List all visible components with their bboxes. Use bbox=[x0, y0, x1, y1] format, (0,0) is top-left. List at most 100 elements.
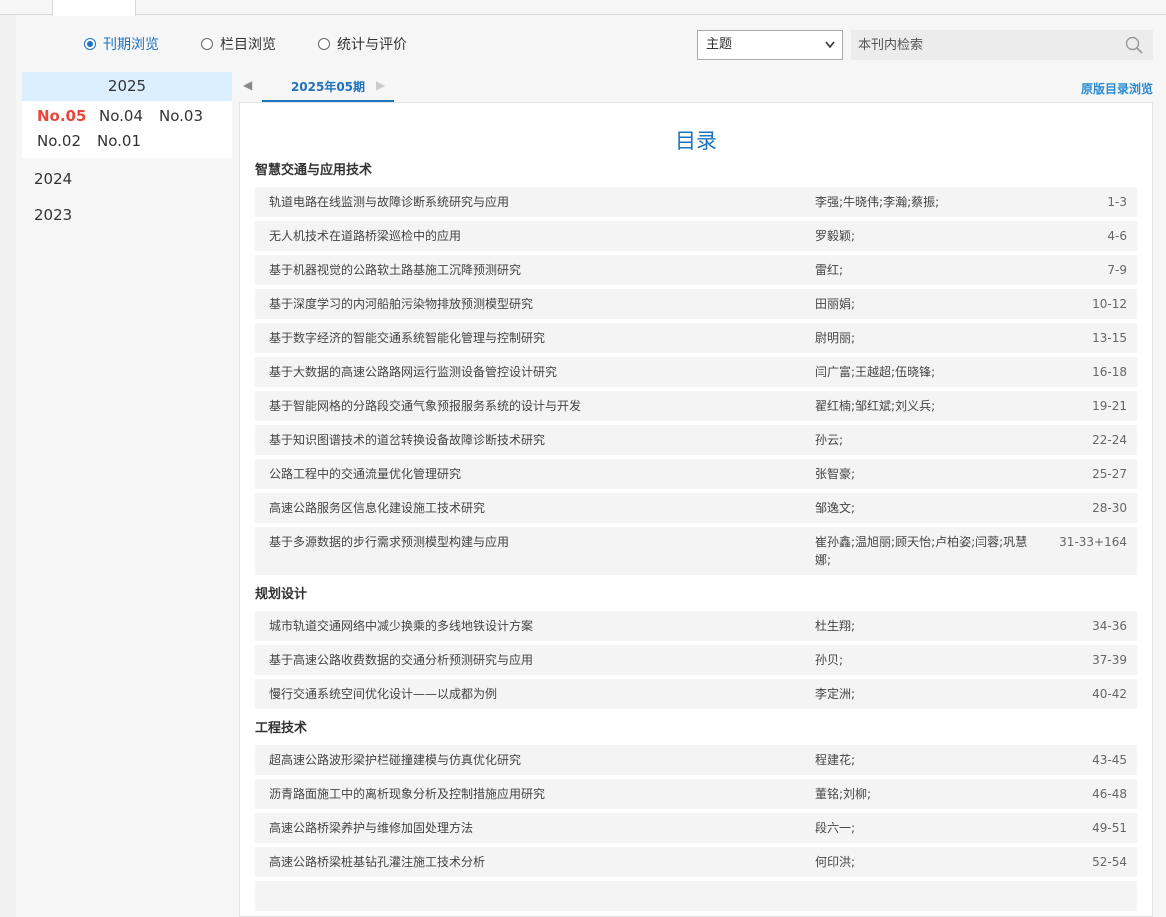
issue-link[interactable]: No.03 bbox=[159, 104, 203, 129]
toc-row: 基于数字经济的智能交通系统智能化管理与控制研究 尉明丽; 13-15 bbox=[255, 323, 1137, 353]
top-tab-strip: 刊期 bbox=[0, 0, 1166, 16]
issue-row: No.05 No.04 No.03 bbox=[22, 104, 232, 129]
article-pages bbox=[1039, 887, 1127, 905]
toc-row: 公路工程中的交通流量优化管理研究 张智豪; 25-27 bbox=[255, 459, 1137, 489]
article-pages: 25-27 bbox=[1092, 467, 1127, 481]
table-of-contents: 目录 智慧交通与应用技术 轨道电路在线监测与故障诊断系统研究与应用 李强;牛晓伟;李… bbox=[239, 102, 1153, 917]
article-title-link[interactable]: 基于机器视觉的公路软土路基施工沉降预测研究 bbox=[269, 261, 815, 279]
article-title-link[interactable] bbox=[269, 887, 815, 905]
article-authors: 雷红; bbox=[815, 263, 844, 277]
toc-row: 基于知识图谱技术的道岔转换设备故障诊断技术研究 孙云; 22-24 bbox=[255, 425, 1137, 455]
issue-link[interactable]: No.01 bbox=[97, 129, 141, 154]
radio-label: 统计与评价 bbox=[337, 37, 407, 53]
tab-issue[interactable]: 刊期 bbox=[52, 0, 136, 16]
article-authors: 孙云; bbox=[815, 433, 844, 447]
year-link[interactable]: 2023 bbox=[22, 197, 232, 233]
next-issue-icon[interactable]: ▶ bbox=[376, 78, 385, 92]
toc-row: 无人机技术在道路桥梁巡检中的应用 罗毅颖; 4-6 bbox=[255, 221, 1137, 251]
article-pages: 28-30 bbox=[1092, 501, 1127, 515]
toc-row: 轨道电路在线监测与故障诊断系统研究与应用 李强;牛晓伟;李瀚;蔡振; 1-3 bbox=[255, 187, 1137, 217]
article-title-link[interactable]: 慢行交通系统空间优化设计——以成都为例 bbox=[269, 685, 815, 703]
chevron-down-icon bbox=[824, 31, 836, 70]
issue-link[interactable]: No.04 bbox=[99, 104, 159, 129]
article-title-link[interactable]: 基于大数据的高速公路路网运行监测设备管控设计研究 bbox=[269, 363, 815, 381]
article-title-link[interactable]: 基于深度学习的内河船舶污染物排放预测模型研究 bbox=[269, 295, 815, 313]
year-group-current: 2025 No.05 No.04 No.03 No.02 No.01 bbox=[22, 72, 232, 158]
article-title-link[interactable]: 基于知识图谱技术的道岔转换设备故障诊断技术研究 bbox=[269, 431, 815, 449]
radio-label: 刊期浏览 bbox=[103, 37, 159, 53]
article-pages: 19-21 bbox=[1092, 399, 1127, 413]
article-title-link[interactable]: 基于多源数据的步行需求预测模型构建与应用 bbox=[269, 533, 815, 569]
article-title-link[interactable]: 基于高速公路收费数据的交通分析预测研究与应用 bbox=[269, 651, 815, 669]
article-title-link[interactable]: 基于智能网格的分路段交通气象预报服务系统的设计与开发 bbox=[269, 397, 815, 415]
article-title-link[interactable]: 高速公路桥梁养护与维修加固处理方法 bbox=[269, 819, 815, 837]
article-authors: 董铭;刘柳; bbox=[815, 787, 872, 801]
search-scope-select[interactable]: 主题 bbox=[697, 30, 843, 60]
article-title-link[interactable]: 超高速公路波形梁护栏碰撞建模与仿真优化研究 bbox=[269, 751, 815, 769]
toc-section: 智慧交通与应用技术 轨道电路在线监测与故障诊断系统研究与应用 李强;牛晓伟;李瀚;蔡… bbox=[240, 155, 1152, 575]
article-authors: 罗毅颖; bbox=[815, 229, 856, 243]
toc-row: 基于机器视觉的公路软土路基施工沉降预测研究 雷红; 7-9 bbox=[255, 255, 1137, 285]
article-authors: 程建花; bbox=[815, 753, 856, 767]
article-pages: 1-3 bbox=[1107, 195, 1127, 209]
radio-column-browse[interactable]: 栏目浏览 bbox=[201, 34, 276, 54]
issue-link-active[interactable]: No.05 bbox=[37, 104, 99, 129]
article-authors: 杜生翔; bbox=[815, 619, 856, 633]
toc-row: 基于深度学习的内河船舶污染物排放预测模型研究 田丽娟; 10-12 bbox=[255, 289, 1137, 319]
issue-link[interactable]: No.02 bbox=[37, 129, 97, 154]
article-authors: 何印洪; bbox=[815, 855, 856, 869]
toc-row: 基于多源数据的步行需求预测模型构建与应用 崔孙鑫;温旭丽;顾天怡;卢柏姿;闫蓉;巩… bbox=[255, 527, 1137, 575]
article-title-link[interactable]: 城市轨道交通网络中减少换乘的多线地铁设计方案 bbox=[269, 617, 815, 635]
article-title-link[interactable]: 公路工程中的交通流量优化管理研究 bbox=[269, 465, 815, 483]
original-toc-link[interactable]: 原版目录浏览 bbox=[1081, 80, 1153, 97]
article-title-link[interactable]: 高速公路桥梁桩基钻孔灌注施工技术分析 bbox=[269, 853, 815, 871]
year-issue-nav: 2025 No.05 No.04 No.03 No.02 No.01 2024 … bbox=[22, 72, 232, 233]
article-pages: 46-48 bbox=[1092, 787, 1127, 801]
article-pages: 22-24 bbox=[1092, 433, 1127, 447]
article-pages: 43-45 bbox=[1092, 753, 1127, 767]
article-pages: 13-15 bbox=[1092, 331, 1127, 345]
article-authors: 李定洲; bbox=[815, 687, 856, 701]
toc-section: 规划设计 城市轨道交通网络中减少换乘的多线地铁设计方案 杜生翔; 34-36 基于高速公… bbox=[240, 579, 1152, 709]
year-link[interactable]: 2024 bbox=[22, 161, 232, 197]
search-input[interactable] bbox=[851, 30, 1101, 60]
radio-dot bbox=[84, 38, 96, 50]
prev-issue-icon[interactable]: ◀ bbox=[243, 78, 252, 92]
article-title-link[interactable]: 沥青路面施工中的离析现象分析及控制措施应用研究 bbox=[269, 785, 815, 803]
browse-mode-group: 刊期浏览 栏目浏览 统计与评价 bbox=[84, 34, 449, 54]
issue-tab-bar: ◀ 2025年05期 ▶ 原版目录浏览 bbox=[239, 75, 1153, 102]
search-icon[interactable] bbox=[1125, 36, 1143, 54]
article-authors: 闫广富;王越超;伍晓锋; bbox=[815, 365, 936, 379]
article-authors: 段六一; bbox=[815, 821, 856, 835]
article-title-link[interactable]: 无人机技术在道路桥梁巡检中的应用 bbox=[269, 227, 815, 245]
article-authors: 翟红楠;邹红斌;刘义兵; bbox=[815, 399, 936, 413]
radio-label: 栏目浏览 bbox=[220, 37, 276, 53]
article-title-link[interactable]: 基于数字经济的智能交通系统智能化管理与控制研究 bbox=[269, 329, 815, 347]
toc-row: 基于高速公路收费数据的交通分析预测研究与应用 孙贝; 37-39 bbox=[255, 645, 1137, 675]
article-authors: 孙贝; bbox=[815, 653, 844, 667]
left-gutter bbox=[0, 15, 16, 917]
toc-row: 沥青路面施工中的离析现象分析及控制措施应用研究 董铭;刘柳; 46-48 bbox=[255, 779, 1137, 809]
radio-statistics[interactable]: 统计与评价 bbox=[318, 34, 407, 54]
tab-current-issue[interactable]: 2025年05期 bbox=[262, 75, 394, 102]
article-pages: 34-36 bbox=[1092, 619, 1127, 633]
article-authors: 邹逸文; bbox=[815, 501, 856, 515]
article-authors: 崔孙鑫;温旭丽;顾天怡;卢柏姿;闫蓉;巩慧娜; bbox=[815, 535, 1028, 567]
toc-row: 超高速公路波形梁护栏碰撞建模与仿真优化研究 程建花; 43-45 bbox=[255, 745, 1137, 775]
issue-row: No.02 No.01 bbox=[22, 129, 232, 154]
article-authors bbox=[815, 887, 1039, 905]
toc-row: 基于智能网格的分路段交通气象预报服务系统的设计与开发 翟红楠;邹红斌;刘义兵; 19… bbox=[255, 391, 1137, 421]
article-authors: 张智豪; bbox=[815, 467, 856, 481]
article-title-link[interactable]: 轨道电路在线监测与故障诊断系统研究与应用 bbox=[269, 193, 815, 211]
radio-dot bbox=[318, 38, 330, 50]
article-pages: 49-51 bbox=[1092, 821, 1127, 835]
section-heading: 工程技术 bbox=[255, 721, 308, 736]
article-authors: 尉明丽; bbox=[815, 331, 856, 345]
toc-row: 高速公路桥梁桩基钻孔灌注施工技术分析 何印洪; 52-54 bbox=[255, 847, 1137, 877]
year-label-current[interactable]: 2025 bbox=[22, 72, 232, 101]
search-scope-value: 主题 bbox=[706, 37, 733, 52]
radio-issue-browse[interactable]: 刊期浏览 bbox=[84, 34, 159, 54]
article-title-link[interactable]: 高速公路服务区信息化建设施工技术研究 bbox=[269, 499, 815, 517]
article-pages: 52-54 bbox=[1092, 855, 1127, 869]
toc-section: 工程技术超高速公路波形梁护栏碰撞建模与仿真优化研究 程建花; 43-45 沥青路面施工… bbox=[240, 713, 1152, 911]
